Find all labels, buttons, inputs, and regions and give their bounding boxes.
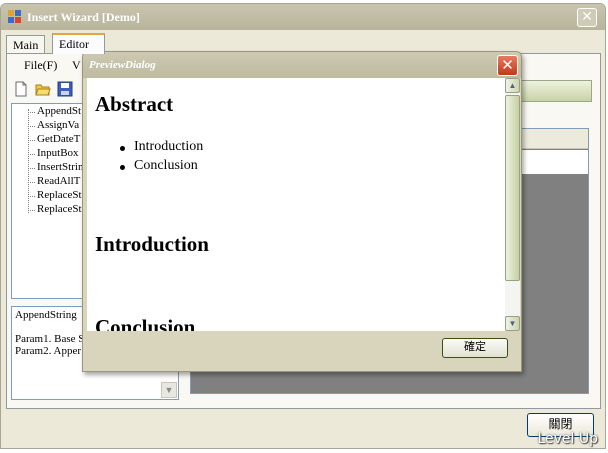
app-icon bbox=[8, 10, 22, 23]
new-file-icon[interactable] bbox=[13, 81, 29, 97]
tree-item-label: InputBox bbox=[37, 147, 79, 159]
tree-item-label: AppendSt bbox=[37, 105, 81, 117]
preview-scrollbar[interactable]: ▲ ▼ bbox=[505, 78, 520, 331]
title-bar[interactable]: Insert Wizard [Demo] ✕ bbox=[1, 4, 605, 30]
tree-item-label: GetDateT bbox=[37, 133, 81, 145]
save-icon[interactable] bbox=[57, 81, 73, 97]
watermark: Level Up bbox=[537, 431, 598, 447]
tree-item-label: ReplaceSt bbox=[37, 203, 82, 215]
heading-abstract: Abstract bbox=[95, 92, 174, 116]
ok-button[interactable]: 確定 bbox=[442, 338, 508, 358]
tab-editor-label: Editor bbox=[59, 37, 89, 51]
preview-content[interactable]: Abstract Introduction Conclusion Introdu… bbox=[87, 78, 505, 331]
open-folder-icon[interactable] bbox=[35, 81, 51, 97]
dialog-close-icon[interactable]: ✕ bbox=[497, 55, 518, 76]
dialog-title-bar[interactable]: PreviewDialog ✕ bbox=[83, 52, 521, 78]
close-icon[interactable]: ✕ bbox=[577, 8, 597, 27]
scroll-down-arrow-icon[interactable]: ▼ bbox=[161, 382, 177, 398]
tree-item-label: ReplaceSt bbox=[37, 189, 82, 201]
tree-item-label: ReadAllT bbox=[37, 175, 81, 187]
tab-main-label: Main bbox=[13, 38, 39, 52]
scroll-up-arrow-icon[interactable]: ▲ bbox=[505, 78, 520, 93]
heading-conclusion: Conclusion bbox=[95, 315, 196, 331]
bullet-item: Introduction bbox=[119, 139, 204, 154]
bullet-item: Conclusion bbox=[120, 158, 198, 173]
preview-dialog: PreviewDialog ✕ Abstract Introduction Co… bbox=[82, 51, 522, 372]
tab-main[interactable]: Main bbox=[6, 35, 46, 53]
tree-item-label: AssignVa bbox=[37, 119, 80, 131]
dialog-title: PreviewDialog bbox=[89, 59, 156, 71]
heading-introduction: Introduction bbox=[95, 232, 209, 256]
menu-file[interactable]: File(F) bbox=[24, 58, 57, 73]
scroll-down-arrow-icon[interactable]: ▼ bbox=[505, 316, 520, 331]
tree-item-label: InsertStrin bbox=[37, 161, 84, 173]
tab-editor[interactable]: Editor bbox=[52, 33, 105, 54]
right-toolbar-strip bbox=[512, 80, 592, 102]
window-title: Insert Wizard [Demo] bbox=[27, 10, 140, 24]
scroll-thumb[interactable] bbox=[505, 95, 520, 281]
menu-view[interactable]: V bbox=[72, 58, 81, 73]
